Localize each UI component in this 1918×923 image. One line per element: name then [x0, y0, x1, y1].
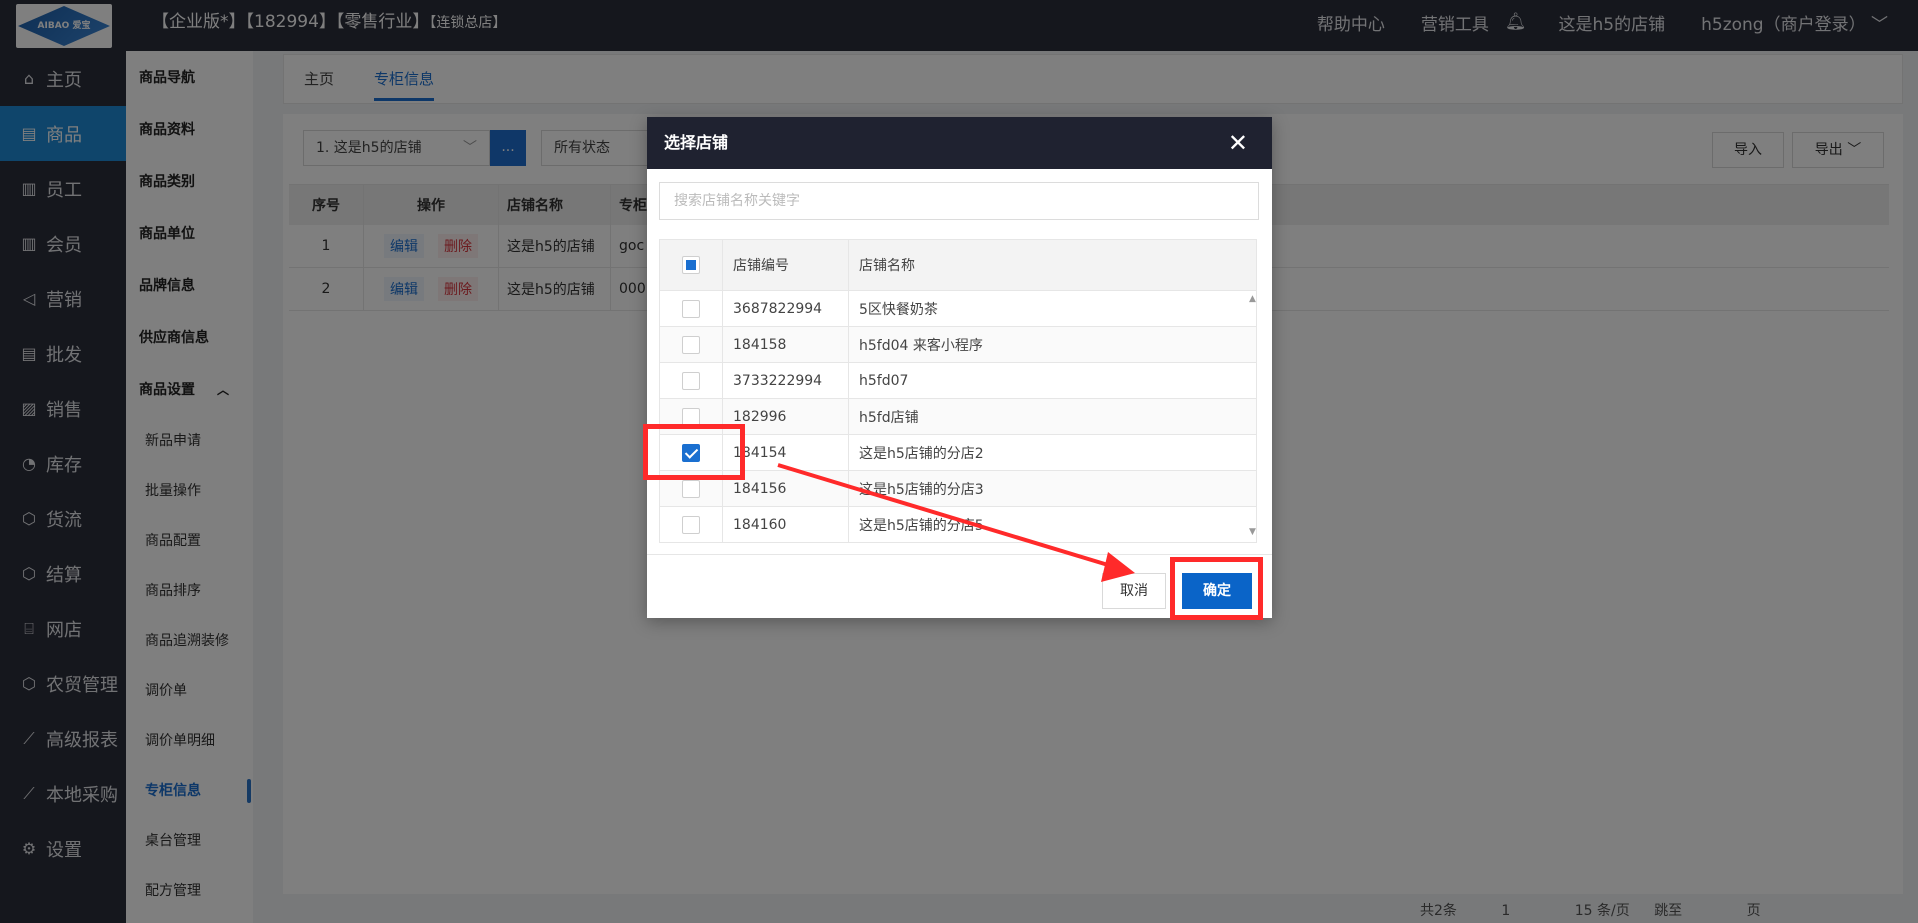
store-row-name: h5fd07 — [859, 372, 909, 389]
store-row-id: 3687822994 — [723, 291, 849, 326]
annotation-highlight-confirm — [1170, 557, 1263, 620]
select-store-dialog: 选择店铺 ✕ 搜索店铺名称关键字 店铺编号 店铺名称 3687822994 5区快… — [647, 117, 1272, 618]
annotation-highlight-checkbox — [643, 424, 745, 480]
scroll-up-icon[interactable]: ▲ — [1249, 294, 1256, 304]
scroll-down-icon[interactable]: ▼ — [1249, 527, 1256, 537]
store-row-name: h5fd04 来客小程序 — [859, 337, 983, 354]
store-row-checkbox[interactable] — [682, 335, 700, 354]
store-row-check-cell — [660, 327, 723, 362]
cancel-button[interactable]: 取消 — [1102, 573, 1166, 609]
store-row-name: 这是h5店铺的分店3 — [859, 481, 984, 498]
store-row-id: 184158 — [723, 327, 849, 362]
store-row-id: 184160 — [723, 507, 849, 542]
header-store-id: 店铺编号 — [723, 240, 849, 290]
store-list-table: 店铺编号 店铺名称 3687822994 5区快餐奶茶 184158 h5fd04 来… — [659, 239, 1257, 543]
header-store-name: 店铺名称 — [859, 258, 915, 274]
close-icon[interactable]: ✕ — [1228, 117, 1248, 169]
store-row-id: 3733222994 — [723, 363, 849, 398]
store-row-checkbox[interactable] — [682, 479, 700, 498]
store-row[interactable]: 184158 h5fd04 来客小程序 — [659, 327, 1257, 363]
store-row-checkbox[interactable] — [682, 515, 700, 534]
select-all-cell — [660, 240, 723, 290]
store-row[interactable]: 3733222994 h5fd07 — [659, 363, 1257, 399]
store-row-name: 这是h5店铺的分店5 — [859, 517, 984, 534]
store-row-checkbox[interactable] — [682, 371, 700, 390]
store-row[interactable]: 182996 h5fd店铺 — [659, 399, 1257, 435]
store-search-input[interactable]: 搜索店铺名称关键字 — [659, 182, 1259, 220]
store-row-name: h5fd店铺 — [859, 409, 919, 426]
store-row-name: 这是h5店铺的分店2 — [859, 445, 984, 462]
store-row-checkbox[interactable] — [682, 299, 700, 318]
store-row[interactable]: 184156 这是h5店铺的分店3 — [659, 471, 1257, 507]
store-row[interactable]: 184160 这是h5店铺的分店5 — [659, 507, 1257, 543]
dialog-header: 选择店铺 ✕ — [647, 117, 1272, 169]
store-row-checkbox[interactable] — [682, 407, 700, 426]
store-row[interactable]: 3687822994 5区快餐奶茶 — [659, 291, 1257, 327]
dialog-title: 选择店铺 — [664, 133, 729, 152]
store-row-check-cell — [660, 507, 723, 542]
store-list-scrollbar[interactable]: ▲ ▼ — [1247, 290, 1261, 541]
store-row-name: 5区快餐奶茶 — [859, 301, 938, 318]
store-row-check-cell — [660, 363, 723, 398]
select-all-checkbox[interactable] — [682, 256, 700, 274]
store-list-header: 店铺编号 店铺名称 — [659, 239, 1257, 291]
store-row-check-cell — [660, 291, 723, 326]
store-row[interactable]: 184154 这是h5店铺的分店2 — [659, 435, 1257, 471]
